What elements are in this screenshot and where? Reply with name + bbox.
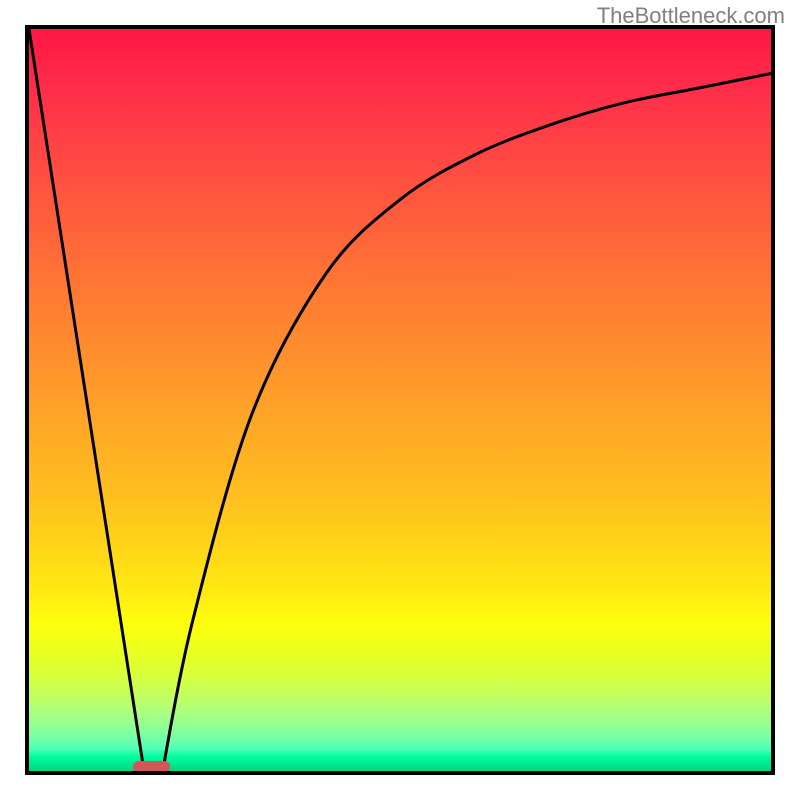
left-line-curve: [29, 29, 144, 771]
chart-container: TheBottleneck.com: [0, 0, 800, 800]
bottleneck-marker: [133, 761, 170, 773]
right-curve: [163, 74, 771, 771]
chart-frame: [25, 25, 775, 775]
chart-curves: [29, 29, 771, 771]
watermark-text: TheBottleneck.com: [597, 3, 785, 29]
